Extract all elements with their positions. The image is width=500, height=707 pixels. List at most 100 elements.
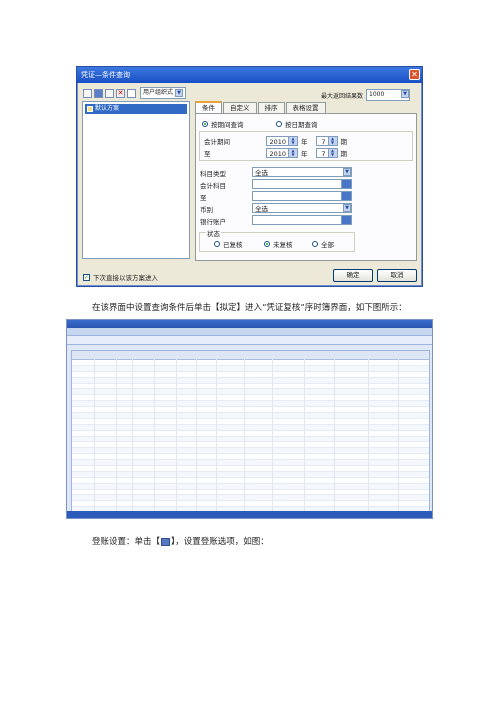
- screenshot-grid-column-line: [398, 351, 399, 511]
- user-org-combo[interactable]: 用户组织式 ▼: [140, 87, 187, 99]
- account-type-label: 科目类型: [200, 170, 226, 178]
- delete-icon[interactable]: ✕: [116, 88, 125, 98]
- screenshot-grid: [71, 350, 430, 514]
- screenshot-grid-rows: [72, 360, 429, 518]
- screenshot-grid-column-line: [244, 351, 245, 511]
- scheme-list: 默认方案: [82, 101, 190, 259]
- status-unreviewed[interactable]: 未复核: [264, 239, 293, 249]
- account-type-value: 全选: [255, 169, 268, 177]
- user-org-combo-value: 用户组织式: [143, 89, 174, 96]
- conditions-panel: 按期间查询 按日期查询 会计期间 2010 ▲ ▼ 年 7 ▲ ▼ 期 至 20…: [195, 113, 417, 261]
- max-results-label: 最大返回结果数: [321, 92, 364, 100]
- period-from-label: 会计期间: [204, 138, 230, 146]
- cancel-button[interactable]: 取消: [377, 269, 417, 282]
- chevron-down-icon: ▼: [343, 204, 351, 212]
- next-time-checkbox-label: 下次直接以该方案进入: [93, 274, 158, 282]
- radio-button: [264, 241, 270, 247]
- voucher-review-screenshot: [66, 319, 433, 519]
- screenshot-grid-column-line: [176, 351, 177, 511]
- period-from-row: 会计期间 2010 ▲ ▼ 年 7 ▲ ▼ 期: [204, 136, 347, 146]
- save-as-icon[interactable]: [105, 88, 114, 98]
- next-time-checkbox[interactable]: ✓ 下次直接以该方案进入: [83, 272, 158, 282]
- dialog-titlebar: 凭证—条件查询 ✕: [77, 67, 422, 83]
- period-from-period[interactable]: 7 ▲ ▼: [315, 136, 338, 146]
- currency-label: 币别: [200, 206, 213, 214]
- bank-account-input[interactable]: [252, 215, 352, 225]
- account-input[interactable]: [252, 179, 352, 189]
- period-to-year[interactable]: 2010 ▲ ▼: [266, 148, 298, 158]
- bank-account-label: 银行账户: [200, 218, 226, 226]
- radio-button: [214, 241, 220, 247]
- radio-by-period-label: 按期间查询: [211, 121, 244, 129]
- lookup-icon[interactable]: [341, 192, 351, 200]
- period-to-period[interactable]: 7 ▲ ▼: [315, 148, 338, 158]
- screenshot-grid-column-line: [94, 351, 95, 511]
- lookup-icon[interactable]: [341, 216, 351, 224]
- close-button[interactable]: ✕: [409, 69, 420, 80]
- radio-by-period[interactable]: 按期间查询: [202, 119, 244, 129]
- status-all[interactable]: 全部: [312, 239, 334, 249]
- status-reviewed[interactable]: 已复核: [214, 239, 243, 249]
- period-from-period-value: 7: [321, 138, 326, 146]
- period-unit-label: 期: [340, 150, 348, 158]
- edit-icon[interactable]: [127, 88, 136, 98]
- dialog-toolbar: ✕ 用户组织式 ▼: [83, 87, 187, 99]
- screenshot-menubar: [67, 328, 432, 336]
- status-group: 状态 已复核 未复核 全部: [199, 228, 355, 252]
- scheme-item-default[interactable]: 默认方案: [85, 104, 187, 114]
- screenshot-grid-column-line: [272, 351, 273, 511]
- currency-value: 全选: [255, 205, 268, 213]
- period-from-year-value: 2010: [269, 138, 286, 146]
- voucher-query-dialog: 凭证—条件查询 ✕ ✕ 用户组织式 ▼ 最大返回结果数 1000 ▼ 默认方案 …: [76, 66, 423, 287]
- lookup-icon[interactable]: [341, 180, 351, 188]
- spin-arrows-icon[interactable]: ▲ ▼: [327, 149, 337, 157]
- account-type-select[interactable]: 全选 ▼: [252, 167, 352, 177]
- screenshot-grid-column-line: [196, 351, 197, 511]
- account-to-input[interactable]: [252, 191, 352, 201]
- tab-table-settings[interactable]: 表格设置: [285, 102, 326, 113]
- period-unit-label: 期: [340, 138, 348, 146]
- paragraph-1: 在该界面中设置查询条件后单击【拟定】进入“凭证复核”序时簿界面，如下图所示：: [92, 303, 407, 313]
- radio-by-date[interactable]: 按日期查询: [276, 119, 318, 129]
- period-to-row: 至 2010 ▲ ▼ 年 7 ▲ ▼ 期: [204, 148, 347, 158]
- screenshot-statusbar: [67, 511, 432, 518]
- posting-settings-icon: [161, 537, 171, 546]
- radio-button: [276, 121, 282, 127]
- dialog-title: 凭证—条件查询: [81, 71, 130, 79]
- screenshot-grid-column-line: [334, 351, 335, 511]
- scheme-icon: [87, 106, 93, 112]
- spin-arrows-icon[interactable]: ▲ ▼: [327, 137, 337, 145]
- spin-arrows-icon[interactable]: ▲ ▼: [288, 149, 297, 157]
- max-results-value: 1000: [369, 91, 385, 98]
- year-unit-label: 年: [301, 150, 308, 158]
- screenshot-grid-column-line: [132, 351, 133, 511]
- currency-select[interactable]: 全选 ▼: [252, 203, 352, 213]
- chevron-down-icon: ▼: [343, 168, 351, 176]
- scheme-item-label: 默认方案: [95, 105, 120, 112]
- document-page: 凭证—条件查询 ✕ ✕ 用户组织式 ▼ 最大返回结果数 1000 ▼ 默认方案 …: [0, 0, 500, 707]
- checkbox-icon: ✓: [83, 273, 90, 281]
- spin-arrows-icon[interactable]: ▲ ▼: [288, 137, 297, 145]
- account-to-label: 至: [200, 194, 207, 202]
- chevron-down-icon: ▼: [401, 90, 410, 98]
- new-icon[interactable]: [83, 88, 92, 98]
- period-to-label: 至: [204, 150, 211, 158]
- status-group-label: 状态: [206, 228, 221, 238]
- year-unit-label: 年: [301, 138, 308, 146]
- tab-bar: 条件 自定义 排序 表格设置: [195, 101, 326, 113]
- period-from-year[interactable]: 2010 ▲ ▼: [266, 136, 298, 146]
- tab-conditions[interactable]: 条件: [195, 101, 222, 113]
- screenshot-grid-column-line: [154, 351, 155, 511]
- save-icon[interactable]: [94, 88, 103, 98]
- radio-by-date-label: 按日期查询: [285, 121, 318, 129]
- account-label: 会计科目: [200, 182, 226, 190]
- screenshot-grid-column-line: [116, 351, 117, 511]
- screenshot-grid-column-line: [216, 351, 217, 511]
- max-results-row: 最大返回结果数 1000 ▼: [321, 89, 411, 101]
- radio-button: [202, 121, 208, 127]
- tab-custom[interactable]: 自定义: [223, 102, 257, 113]
- max-results-select[interactable]: 1000 ▼: [366, 89, 411, 101]
- screenshot-grid-column-line: [368, 351, 369, 511]
- tab-sort[interactable]: 排序: [257, 102, 285, 113]
- ok-button[interactable]: 确定: [333, 269, 373, 282]
